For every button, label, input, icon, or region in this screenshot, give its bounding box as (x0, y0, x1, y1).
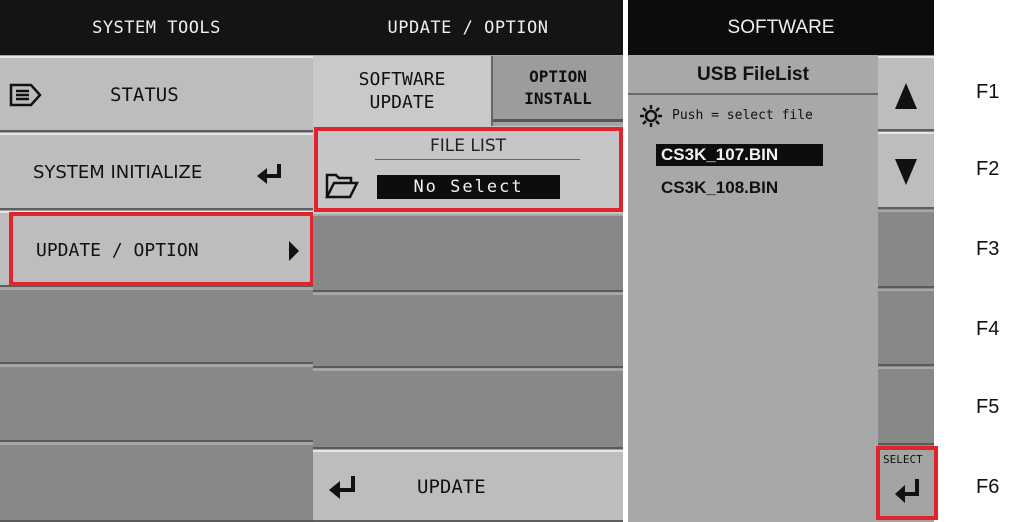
system-tools-header: SYSTEM TOOLS (0, 0, 313, 55)
update-option-title: UPDATE / OPTION (387, 17, 549, 38)
enter-icon (329, 476, 355, 499)
f2-label: F2 (976, 158, 1000, 180)
status-button[interactable]: STATUS (0, 56, 313, 132)
software-header: SOFTWARE (628, 0, 934, 55)
usb-filelist-title: USB FileList (697, 64, 809, 85)
scroll-up-button[interactable] (878, 56, 934, 131)
update-option-highlight (9, 212, 314, 286)
empty-slot-update-3 (313, 214, 623, 292)
system-initialize-button[interactable]: SYSTEM INITIALIZE (0, 133, 313, 210)
tab-software-update[interactable]: SOFTWARE UPDATE (313, 56, 493, 126)
f5-label: F5 (976, 396, 1000, 418)
arrow-up-icon (895, 83, 917, 109)
f3-label: F3 (976, 238, 1000, 260)
usb-file-list-panel: USB FileList Push = select file CS3K_107… (628, 55, 878, 522)
softkey-empty-4 (878, 289, 934, 366)
tab-software-update-line2: UPDATE (369, 92, 435, 113)
file-item-label: CS3K_107.BIN (661, 145, 779, 164)
empty-slot-6 (0, 443, 313, 522)
status-label: STATUS (110, 84, 179, 106)
empty-slot-4 (0, 288, 313, 364)
update-label: UPDATE (417, 476, 486, 498)
softkey-empty-3 (878, 210, 934, 288)
software-title: SOFTWARE (727, 16, 835, 38)
empty-slot-update-4 (313, 293, 623, 368)
select-hint: Push = select file (672, 108, 813, 123)
tab-option-install[interactable]: OPTION INSTALL (493, 56, 623, 122)
empty-slot-5 (0, 365, 313, 442)
file-list-highlight (314, 127, 623, 212)
update-button[interactable]: UPDATE (313, 450, 623, 522)
select-highlight (876, 446, 938, 520)
file-item-label: CS3K_108.BIN (661, 178, 779, 197)
tab-option-install-line1: OPTION (529, 66, 587, 86)
file-item[interactable]: CS3K_108.BIN (656, 177, 823, 199)
tab-software-update-line1: SOFTWARE (358, 69, 446, 90)
arrow-down-icon (895, 159, 917, 185)
system-tools-title: SYSTEM TOOLS (92, 17, 221, 38)
f6-label: F6 (976, 476, 1000, 498)
enter-icon (257, 164, 281, 184)
scroll-down-button[interactable] (878, 132, 934, 209)
f1-label: F1 (976, 81, 1000, 103)
empty-slot-update-5 (313, 369, 623, 449)
status-list-icon (9, 83, 42, 107)
file-item-selected[interactable]: CS3K_107.BIN (656, 144, 823, 166)
f4-label: F4 (976, 318, 1000, 340)
knob-icon (640, 105, 662, 127)
update-option-header: UPDATE / OPTION (313, 0, 623, 55)
usb-title-divider (628, 93, 878, 95)
system-initialize-label: SYSTEM INITIALIZE (33, 162, 203, 183)
softkey-empty-5 (878, 367, 934, 445)
tab-option-install-line2: INSTALL (524, 88, 592, 108)
